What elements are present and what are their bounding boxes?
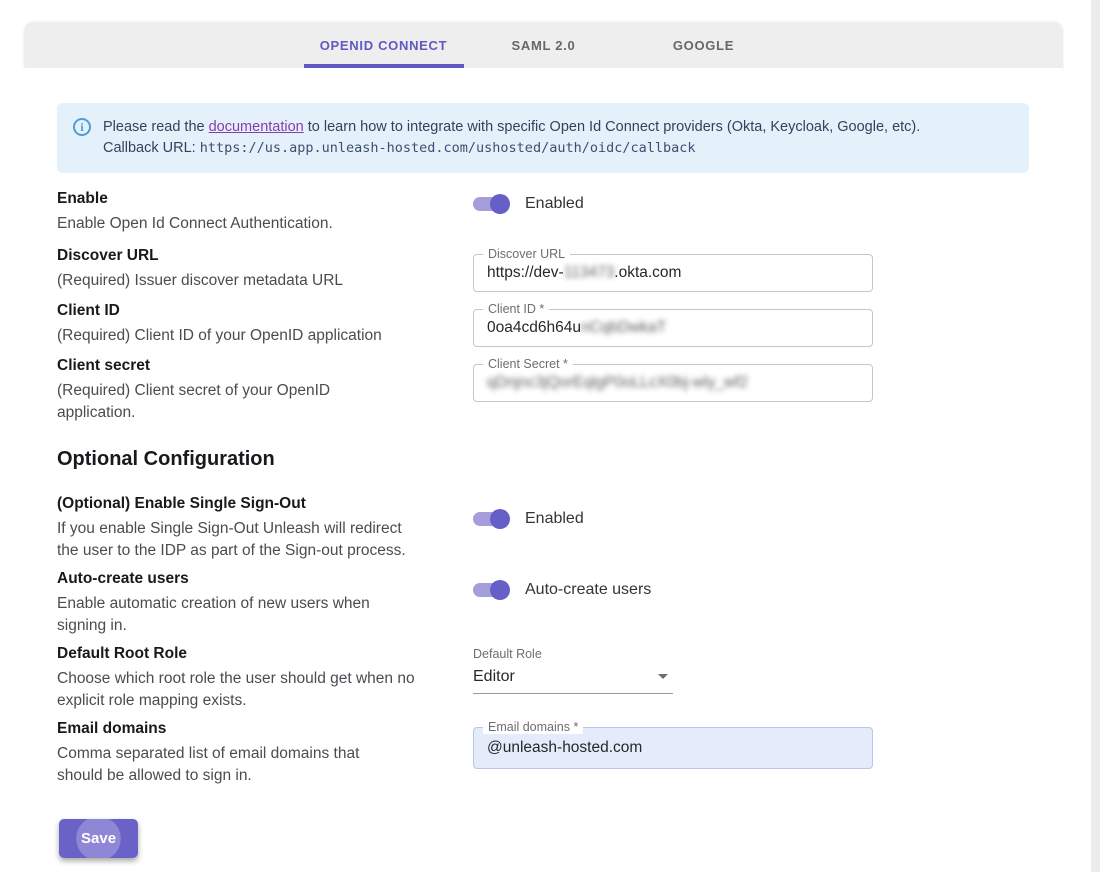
toggle-thumb	[490, 580, 510, 600]
enable-row: Enable Enable Open Id Connect Authentica…	[57, 190, 1029, 235]
banner-text-after: to learn how to integrate with specific …	[304, 119, 921, 135]
client-secret-field-label: Client Secret *	[483, 357, 573, 371]
enable-toggle[interactable]	[473, 194, 510, 214]
client-secret-input[interactable]: Client Secret * qDnjnc3jQorEqlgP0oLLcX0b…	[473, 364, 873, 402]
client-secret-description: (Required) Client secret of your OpenID …	[57, 380, 449, 424]
discover-url-title: Discover URL	[57, 247, 449, 265]
tab-openid-connect[interactable]: OPENID CONNECT	[304, 22, 464, 68]
client-secret-value-redacted: qDnjnc3jQorEqlgP0oLLcX0bj-wly_wf2	[487, 374, 748, 392]
default-root-role-row: Default Root Role Choose which root role…	[57, 645, 1029, 712]
info-icon: i	[73, 118, 91, 136]
tab-content: i Please read the documentation to learn…	[25, 68, 1062, 858]
enable-title: Enable	[57, 190, 449, 208]
single-sign-out-row: (Optional) Enable Single Sign-Out If you…	[57, 495, 1029, 562]
client-id-row: Client ID (Required) Client ID of your O…	[57, 302, 1029, 347]
email-domains-title: Email domains	[57, 720, 449, 738]
client-id-title: Client ID	[57, 302, 449, 320]
save-button[interactable]: Save	[59, 819, 138, 858]
auto-create-users-toggle-label: Auto-create users	[525, 581, 651, 599]
default-root-role-description: Choose which root role the user should g…	[57, 668, 449, 712]
enable-toggle-label: Enabled	[525, 195, 584, 213]
toggle-thumb	[490, 194, 510, 214]
discover-url-row: Discover URL (Required) Issuer discover …	[57, 247, 1029, 292]
discover-url-value-suffix: .okta.com	[614, 264, 681, 282]
email-domains-row: Email domains Comma separated list of em…	[57, 720, 1029, 787]
client-secret-row: Client secret (Required) Client secret o…	[57, 357, 1029, 424]
toggle-thumb	[490, 509, 510, 529]
banner-text-before: Please read the	[103, 119, 209, 135]
single-sign-out-title: (Optional) Enable Single Sign-Out	[57, 495, 449, 513]
scrollbar[interactable]	[1091, 0, 1100, 872]
sso-settings-card: OPENID CONNECT SAML 2.0 GOOGLE i Please …	[25, 22, 1062, 858]
discover-url-description: (Required) Issuer discover metadata URL	[57, 270, 449, 292]
email-domains-input[interactable]: Email domains * @unleash-hosted.com	[473, 727, 873, 769]
tab-saml[interactable]: SAML 2.0	[464, 22, 624, 68]
discover-url-value: https://dev-	[487, 264, 564, 282]
discover-url-field-label: Discover URL	[483, 247, 570, 261]
callback-label: Callback URL:	[103, 140, 200, 156]
tab-label: SAML 2.0	[512, 38, 576, 53]
optional-configuration-heading: Optional Configuration	[57, 448, 1029, 471]
info-banner-text: Please read the documentation to learn h…	[103, 117, 920, 159]
client-id-field-label: Client ID *	[483, 302, 549, 316]
single-sign-out-description: If you enable Single Sign-Out Unleash wi…	[57, 518, 449, 562]
client-secret-title: Client secret	[57, 357, 449, 375]
auto-create-users-row: Auto-create users Enable automatic creat…	[57, 570, 1029, 637]
client-id-value-redacted: nCqbDwkaT	[581, 319, 666, 337]
documentation-link[interactable]: documentation	[209, 119, 304, 135]
client-id-description: (Required) Client ID of your OpenID appl…	[57, 325, 449, 347]
default-role-label: Default Role	[473, 647, 673, 661]
chevron-down-icon	[658, 674, 668, 679]
auto-create-users-toggle[interactable]	[473, 580, 510, 600]
auto-create-users-description: Enable automatic creation of new users w…	[57, 593, 449, 637]
tab-label: OPENID CONNECT	[320, 38, 448, 53]
tab-google[interactable]: GOOGLE	[624, 22, 784, 68]
discover-url-input[interactable]: Discover URL https://dev-113473.okta.com	[473, 254, 873, 292]
info-banner: i Please read the documentation to learn…	[57, 103, 1029, 173]
enable-description: Enable Open Id Connect Authentication.	[57, 213, 449, 235]
email-domains-field-label: Email domains *	[483, 720, 583, 734]
client-id-value: 0oa4cd6h64u	[487, 319, 581, 337]
single-sign-out-toggle-label: Enabled	[525, 510, 584, 528]
callback-url: https://us.app.unleash-hosted.com/ushost…	[200, 140, 696, 156]
default-root-role-title: Default Root Role	[57, 645, 449, 663]
email-domains-value: @unleash-hosted.com	[487, 739, 642, 757]
auto-create-users-title: Auto-create users	[57, 570, 449, 588]
tab-label: GOOGLE	[673, 38, 734, 53]
single-sign-out-toggle[interactable]	[473, 509, 510, 529]
email-domains-description: Comma separated list of email domains th…	[57, 743, 449, 787]
discover-url-value-redacted: 113473	[564, 264, 615, 282]
default-role-select[interactable]: Editor	[473, 668, 673, 694]
default-role-value: Editor	[473, 668, 515, 685]
auth-provider-tabs: OPENID CONNECT SAML 2.0 GOOGLE	[25, 22, 1062, 68]
client-id-input[interactable]: Client ID * 0oa4cd6h64unCqbDwkaT	[473, 309, 873, 347]
